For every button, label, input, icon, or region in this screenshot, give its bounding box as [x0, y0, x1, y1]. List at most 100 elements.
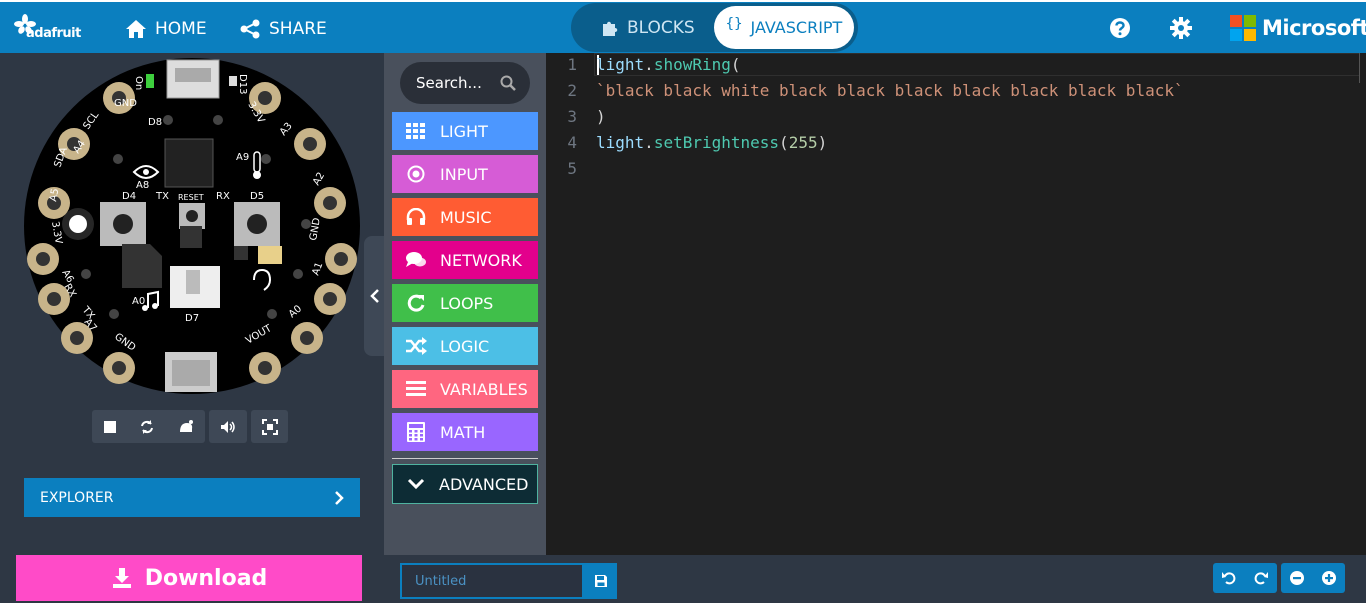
neopixel-led — [113, 154, 123, 164]
zoom-group — [1281, 563, 1345, 593]
home-button[interactable]: HOME — [125, 17, 207, 41]
neopixel-led — [81, 269, 91, 279]
power-led — [146, 74, 154, 88]
adafruit-logo[interactable]: adafruit — [14, 14, 94, 42]
input-icon — [407, 165, 425, 183]
redo-icon[interactable] — [1253, 570, 1269, 586]
chat-icon — [406, 252, 426, 267]
code-line: light.setBrightness(255) — [596, 133, 827, 152]
category-input[interactable]: INPUT — [392, 155, 538, 193]
fullscreen-button[interactable] — [251, 410, 288, 443]
board-label: A8 — [136, 180, 149, 191]
code-editor[interactable]: 1 2 3 4 5 light.showRing( `black black w… — [546, 53, 1366, 555]
editor-scrollbar[interactable] — [1359, 53, 1360, 83]
code-token-string: `black black white black black black bla… — [596, 81, 1184, 100]
code-token-dot: . — [644, 55, 654, 74]
simulator-controls — [92, 410, 288, 443]
download-bar: Download — [0, 555, 384, 603]
category-network[interactable]: NETWORK — [392, 241, 538, 279]
home-icon — [126, 20, 146, 38]
code-line: `black black white black black black bla… — [596, 81, 1184, 100]
slow-motion-icon[interactable] — [178, 419, 194, 435]
undo-redo-group — [1213, 563, 1277, 593]
blocks-tab[interactable]: BLOCKS — [601, 15, 695, 41]
line-number: 3 — [567, 107, 577, 126]
code-line: light.showRing( — [596, 55, 741, 74]
brand-label: Microsoft — [1262, 16, 1366, 40]
category-label: VARIABLES — [440, 379, 528, 399]
loop-icon — [407, 294, 425, 312]
download-button[interactable]: Download — [16, 555, 362, 601]
restart-icon[interactable] — [139, 419, 155, 435]
category-math[interactable]: MATH — [392, 413, 538, 451]
code-token-paren: ( — [779, 133, 789, 152]
undo-icon[interactable] — [1221, 570, 1237, 586]
zoom-in-icon[interactable] — [1321, 570, 1337, 586]
stop-icon[interactable] — [103, 420, 117, 434]
headphones-icon — [406, 208, 426, 225]
code-token-paren: ) — [596, 107, 606, 126]
neopixel-led — [293, 269, 303, 279]
list-icon — [406, 381, 426, 396]
category-loops[interactable]: LOOPS — [392, 284, 538, 322]
collapse-simulator-button[interactable] — [364, 236, 386, 356]
toolbox-divider — [392, 458, 538, 459]
neopixel-led — [261, 154, 271, 164]
line-number: 1 — [567, 55, 577, 74]
board-label: RESET — [178, 193, 204, 202]
line-number: 4 — [567, 133, 577, 152]
code-token-object: light — [596, 133, 645, 152]
microcontroller-chip — [164, 138, 214, 188]
circuit-playground-board[interactable]: GND D8 A9 A8 D4 TX RESET RX D5 A0 D7 SCL… — [22, 56, 362, 396]
home-label: HOME — [155, 19, 207, 39]
category-label: LOGIC — [440, 336, 490, 356]
grid-icon — [406, 123, 425, 139]
microsoft-logo[interactable]: Microsoft — [1230, 15, 1366, 41]
board-label: A5 — [48, 188, 61, 203]
neopixel-led — [109, 309, 119, 319]
download-label: Download — [144, 565, 268, 591]
chevron-down-icon — [407, 478, 425, 490]
category-variables[interactable]: VARIABLES — [392, 370, 538, 408]
search-input[interactable]: Search... — [400, 62, 530, 104]
code-token-dot: . — [644, 133, 654, 152]
board-label: A0 — [132, 296, 145, 307]
line-number: 5 — [567, 159, 577, 178]
category-label: MUSIC — [440, 207, 492, 227]
search-icon — [500, 75, 516, 91]
category-label: INPUT — [440, 164, 488, 184]
fullscreen-icon — [261, 418, 278, 435]
chevron-left-icon — [370, 289, 379, 303]
microsoft-windows-icon — [1230, 15, 1256, 41]
toolbox: Search... LIGHT INPUT MUSIC NETWORK LOOP… — [384, 53, 546, 555]
sound-button[interactable] — [209, 410, 247, 443]
code-token-paren: ( — [730, 55, 741, 74]
share-icon — [240, 19, 260, 39]
board-label: GND — [114, 98, 137, 109]
save-button[interactable] — [584, 563, 617, 599]
category-music[interactable]: MUSIC — [392, 198, 538, 236]
logo-text: adafruit — [26, 26, 81, 41]
category-light[interactable]: LIGHT — [392, 112, 538, 150]
board-label: On — [133, 76, 144, 90]
category-advanced[interactable]: ADVANCED — [392, 464, 538, 504]
braces-icon: {} — [725, 15, 743, 32]
calculator-icon — [407, 422, 425, 442]
category-logic[interactable]: LOGIC — [392, 327, 538, 365]
editor-footer: Untitled — [384, 555, 1366, 603]
board-label: D4 — [122, 191, 136, 202]
explorer-button[interactable]: EXPLORER — [24, 478, 360, 517]
javascript-tab[interactable]: {} JAVASCRIPT — [714, 6, 854, 49]
gear-icon[interactable] — [1170, 17, 1192, 39]
zoom-out-icon[interactable] — [1289, 570, 1305, 586]
share-label: SHARE — [269, 19, 327, 39]
download-icon — [112, 568, 131, 588]
category-label: MATH — [440, 422, 486, 442]
help-icon[interactable] — [1109, 17, 1131, 39]
project-name-input[interactable]: Untitled — [400, 563, 584, 599]
save-icon — [594, 575, 607, 587]
category-label: LIGHT — [440, 121, 488, 141]
share-button[interactable]: SHARE — [239, 17, 327, 41]
board-label: RX — [216, 191, 230, 202]
advanced-label: ADVANCED — [439, 474, 529, 494]
